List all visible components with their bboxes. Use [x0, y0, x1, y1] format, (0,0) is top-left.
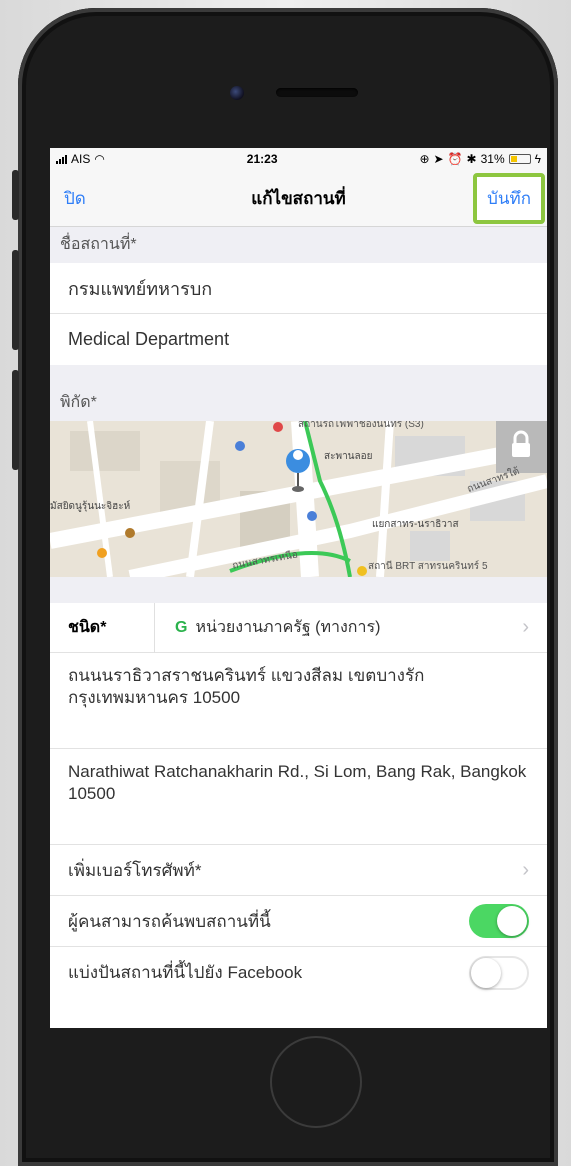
share-facebook-toggle[interactable]: [469, 955, 529, 990]
battery-percent: 31%: [480, 152, 505, 166]
share-facebook-row: แบ่งปันสถานที่นี้ไปยัง Facebook: [50, 947, 547, 998]
location-icon: ➤: [433, 152, 444, 166]
english-name-field[interactable]: Medical Department: [50, 314, 547, 365]
place-name-header: ชื่อสถานที่*: [50, 227, 547, 263]
add-phone-label: เพิ่มเบอร์โทรศัพท์*: [68, 860, 202, 880]
coordinates-header: พิกัด*: [50, 365, 547, 421]
thai-address-field[interactable]: ถนนนราธิวาสราชนครินทร์ แขวงสีลม เขตบางรั…: [50, 653, 547, 749]
lock-rotation-icon: ⊕: [419, 152, 430, 166]
status-time: 21:23: [246, 152, 278, 166]
alarm-icon: ⏰: [447, 152, 463, 166]
discoverable-toggle[interactable]: [469, 904, 529, 938]
map-label-junction: แยกสาทร-นราธิวาส: [372, 519, 459, 530]
volume-up-button: [12, 250, 19, 350]
status-bar: AIS ◠ 21:23 ⊕ ➤ ⏰ ✱ 31% ϟ: [50, 148, 547, 170]
signal-icon: [56, 154, 67, 164]
map-label-mosque: มัสยิดนูรุ้นนะจิฮะห์: [50, 501, 131, 512]
type-category-icon: G: [175, 618, 188, 636]
save-button[interactable]: บันทึก: [487, 189, 531, 208]
share-facebook-label: แบ่งปันสถานที่นี้ไปยัง Facebook: [68, 963, 303, 982]
battery-icon: [508, 154, 531, 164]
type-value: หน่วยงานภาครัฐ (ทางการ): [195, 619, 381, 636]
wifi-icon: ◠: [94, 152, 105, 166]
charging-icon: ϟ: [534, 152, 541, 166]
type-selector[interactable]: ชนิด* G หน่วยงานภาครัฐ (ทางการ) ›: [50, 602, 547, 653]
map-label-station: สถานีรถไฟฟ้าช่องนนทรี (S3): [298, 421, 424, 430]
location-map[interactable]: สถานีรถไฟฟ้าช่องนนทรี (S3) สะพานลอย มัสย…: [50, 421, 547, 577]
navigation-bar: ปิด แก้ไขสถานที่ บันทึก: [50, 170, 547, 227]
add-phone-row[interactable]: เพิ่มเบอร์โทรศัพท์* ›: [50, 845, 547, 896]
chevron-right-icon: ›: [522, 858, 529, 881]
carrier-label: AIS: [71, 152, 91, 166]
close-button[interactable]: ปิด: [64, 185, 86, 212]
english-address-field[interactable]: Narathiwat Ratchanakharin Rd., Si Lom, B…: [50, 749, 547, 845]
bluetooth-icon: ✱: [466, 152, 477, 166]
thai-name-field[interactable]: กรมแพทย์ทหารบก: [50, 263, 547, 314]
map-label-sapan-loy: สะพานลอย: [324, 451, 373, 462]
save-button-highlight: บันทึก: [473, 172, 545, 224]
mute-switch: [12, 170, 19, 220]
map-label-brt: สถานี BRT สาทรนครินทร์ 5: [368, 561, 488, 572]
front-camera: [230, 86, 244, 100]
home-button[interactable]: [270, 1036, 362, 1128]
volume-down-button: [12, 370, 19, 470]
type-label: ชนิด*: [68, 602, 155, 653]
section-gap: [50, 577, 547, 603]
app-screen: AIS ◠ 21:23 ⊕ ➤ ⏰ ✱ 31% ϟ ปิด แก้ไขสถานท…: [50, 148, 547, 1028]
earpiece-speaker: [276, 88, 358, 97]
discoverable-label: ผู้คนสามารถค้นพบสถานที่นี้: [68, 911, 271, 931]
discoverable-row: ผู้คนสามารถค้นพบสถานที่นี้: [50, 896, 547, 947]
chevron-right-icon: ›: [522, 616, 529, 638]
